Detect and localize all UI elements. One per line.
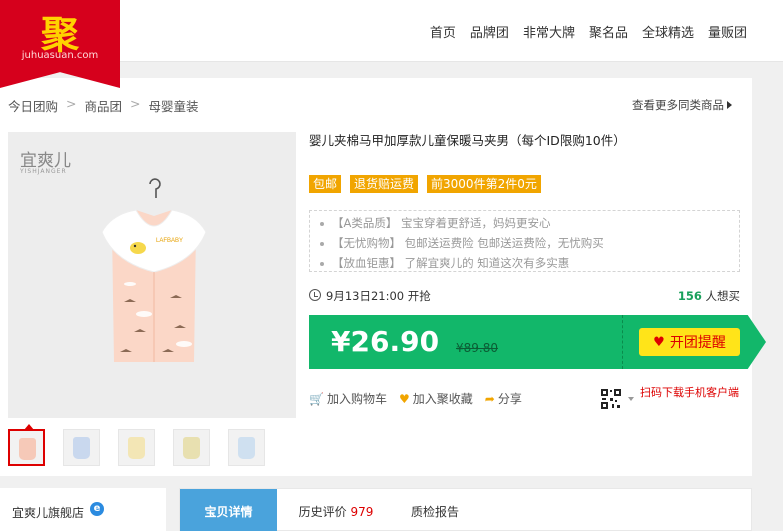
product-actions: 🛒 加入购物车 ♥ 加入聚收藏 ➦ 分享 [309, 390, 522, 407]
tab-reviews-label: 历史评价 [298, 505, 347, 519]
share-icon: ➦ [484, 391, 495, 406]
bullet-icon [320, 241, 324, 246]
thumbnail-1[interactable] [8, 424, 45, 466]
want-count-suffix: 人想买 [701, 289, 740, 303]
cart-icon: 🛒 [309, 391, 324, 406]
site-logo[interactable]: 聚 juhuasuan.com [0, 0, 120, 88]
nav-big-brand[interactable]: 非常大牌 [523, 22, 575, 41]
share-link[interactable]: ➦ 分享 [485, 390, 522, 407]
promo-tags: 包邮 退货赔运费 前3000件第2件0元 [309, 175, 541, 193]
nav-luxury[interactable]: 聚名品 [589, 22, 628, 41]
more-similar-label: 查看更多同类商品 [632, 98, 724, 112]
want-count: 156 人想买 [678, 288, 740, 304]
thumbnail-image [128, 437, 145, 459]
bullet-icon [320, 221, 324, 226]
tab-product-detail[interactable]: 宝贝详情 [180, 489, 277, 531]
tag-free-shipping: 包邮 [309, 175, 342, 193]
more-similar-link[interactable]: 查看更多同类商品 [632, 97, 732, 113]
heart-icon: ♥ [398, 391, 410, 406]
product-main-image[interactable]: 宜爽儿 YISHJANGER LAFBABY [8, 132, 296, 418]
add-to-cart-link[interactable]: 🛒 加入购物车 [309, 390, 387, 407]
breadcrumb-baby-clothes[interactable]: 母婴童装 [149, 96, 199, 115]
thumbnail-4[interactable] [173, 429, 210, 466]
vest-illustration: LAFBABY [101, 209, 207, 362]
tag-return-shipping: 退货赔运费 [350, 175, 419, 193]
price-divider [622, 315, 623, 369]
nav-global[interactable]: 全球精选 [642, 22, 694, 41]
active-thumbnail-indicator [24, 424, 34, 430]
review-count: 979 [350, 505, 374, 519]
bullet-icon [320, 261, 324, 266]
arrow-right-icon [727, 101, 732, 109]
dropdown-arrow-icon [628, 397, 634, 401]
feature-text: 【无忧购物】 包邮送运费险 包邮送运费险，无忧购买 [332, 236, 604, 250]
nav-home[interactable]: 首页 [430, 22, 456, 41]
tab-quality-report[interactable]: 质检报告 [395, 489, 475, 531]
start-time: 9月13日21:00 开抢 [326, 289, 431, 303]
thumbnail-strip [8, 424, 265, 466]
feature-item: 【A类品质】 宝宝穿着更舒适，妈妈更安心 [320, 213, 739, 233]
heart-icon: ♥ [653, 334, 665, 350]
ie-icon[interactable]: e [90, 502, 104, 516]
product-title: 婴儿夹棉马甲加厚款儿童保暖马夹男（每个ID限购10件） [309, 133, 626, 148]
breadcrumb: 今日团购 > 商品团 > 母婴童装 [8, 96, 199, 115]
brand-watermark-sub: YISHJANGER [20, 168, 67, 175]
breadcrumb-separator: > [130, 96, 141, 111]
main-nav: 首页 品牌团 非常大牌 聚名品 全球精选 量贩团 [430, 22, 747, 41]
add-to-cart-label: 加入购物车 [326, 392, 387, 406]
feature-text: 【A类品质】 宝宝穿着更舒适，妈妈更安心 [332, 216, 551, 230]
remind-label: 开团提醒 [669, 335, 726, 351]
thumbnail-image [19, 438, 36, 460]
want-count-number: 156 [677, 289, 702, 303]
thumbnail-image [238, 437, 255, 459]
add-to-favorites-label: 加入聚收藏 [412, 392, 473, 406]
share-label: 分享 [497, 392, 522, 406]
breadcrumb-product-group[interactable]: 商品团 [85, 96, 123, 115]
thumbnail-image [183, 437, 200, 459]
thumbnail-5[interactable] [228, 429, 265, 466]
breadcrumb-today[interactable]: 今日团购 [8, 96, 58, 115]
feature-text: 【放血钜惠】 了解宜爽儿的 知道这次有多实惠 [332, 256, 570, 270]
thumbnail-image [73, 437, 90, 459]
original-price: ¥89.80 [456, 341, 498, 355]
feature-list: 【A类品质】 宝宝穿着更舒适，妈妈更安心 【无忧购物】 包邮送运费险 包邮送运费… [309, 210, 740, 272]
qr-code-icon[interactable] [600, 388, 622, 410]
tag-second-free: 前3000件第2件0元 [427, 175, 541, 193]
current-price: ¥26.90 [331, 325, 440, 358]
thumbnail-3[interactable] [118, 429, 155, 466]
nav-brand[interactable]: 品牌团 [470, 22, 509, 41]
remind-button[interactable]: ♥ 开团提醒 [639, 328, 740, 356]
tab-reviews[interactable]: 历史评价 979 [277, 489, 395, 531]
shop-name[interactable]: 宜爽儿旗舰店 [12, 504, 84, 521]
shop-box: 宜爽儿旗舰店 e [0, 488, 166, 531]
feature-item: 【放血钜惠】 了解宜爽儿的 知道这次有多实惠 [320, 253, 739, 273]
detail-tabs: 宝贝详情 历史评价 979 质检报告 [179, 488, 752, 531]
price-bar: ¥26.90 ¥89.80 ♥ 开团提醒 [309, 315, 766, 369]
app-download-link[interactable]: 扫码下载手机客户端 [640, 387, 740, 399]
add-to-favorites-link[interactable]: ♥ 加入聚收藏 [399, 390, 473, 407]
vest-brand-text: LAFBABY [156, 238, 183, 244]
clock-icon [309, 289, 321, 301]
product-panel: 今日团购 > 商品团 > 母婴童装 查看更多同类商品 宜爽儿 YISHJANGE… [0, 78, 766, 476]
thumbnail-2[interactable] [63, 429, 100, 466]
nav-bulk[interactable]: 量贩团 [708, 22, 747, 41]
logo-domain: juhuasuan.com [21, 50, 99, 61]
feature-item: 【无忧购物】 包邮送运费险 包邮送运费险，无忧购买 [320, 233, 739, 253]
breadcrumb-separator: > [66, 96, 77, 111]
